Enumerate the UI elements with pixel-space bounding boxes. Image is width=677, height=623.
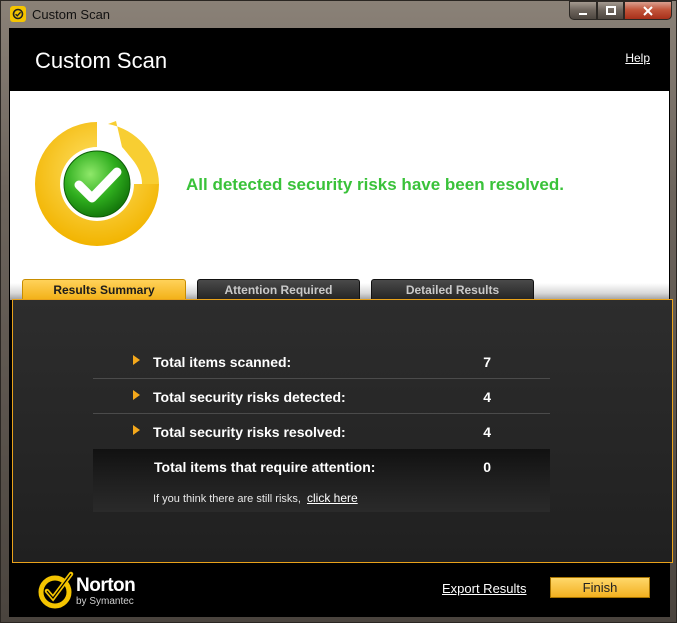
norton-check-icon	[38, 571, 74, 609]
summary-row: Total security risks resolved: 4	[93, 414, 550, 449]
app-window: Custom Scan Custom Scan Help All detecte…	[0, 0, 677, 623]
summary-label: Total security risks resolved:	[153, 424, 346, 440]
window-controls	[569, 1, 672, 21]
header: Custom Scan Help	[10, 29, 669, 91]
page-title: Custom Scan	[35, 48, 168, 73]
window-title: Custom Scan	[32, 7, 111, 22]
maximize-button[interactable]	[597, 1, 624, 20]
tab-attention-required[interactable]: Attention Required	[197, 279, 360, 299]
tab-label: Results Summary	[53, 282, 155, 297]
status-message: All detected security risks have been re…	[186, 175, 564, 194]
footer: Norton by Symantec Export Results Finish	[10, 564, 669, 616]
help-link[interactable]: Help	[625, 51, 650, 65]
arrow-right-icon	[133, 355, 140, 365]
finish-label: Finish	[582, 580, 618, 595]
tab-label: Attention Required	[224, 282, 333, 297]
attention-value: 0	[483, 459, 491, 475]
click-here-link[interactable]: click here	[307, 491, 358, 505]
minimize-button[interactable]	[569, 1, 597, 20]
attention-hint: If you think there are still risks, clic…	[153, 491, 358, 505]
norton-logo: Norton by Symantec	[38, 571, 148, 611]
arrow-right-icon	[133, 425, 140, 435]
norton-app-icon	[10, 6, 26, 22]
summary-label: Total security risks detected:	[153, 389, 346, 405]
attention-label: Total items that require attention:	[154, 459, 376, 475]
status-area: All detected security risks have been re…	[10, 91, 669, 283]
title-bar[interactable]: Custom Scan	[1, 1, 677, 27]
summary-row: Total security risks detected: 4	[93, 379, 550, 414]
finish-button[interactable]: Finish	[550, 577, 650, 598]
summary-row: Total items scanned: 7	[93, 344, 550, 379]
summary-value: 4	[483, 389, 491, 405]
checkmark-shield-icon	[32, 119, 162, 249]
client-area: Custom Scan Help All detected security r…	[9, 28, 673, 617]
export-results-link[interactable]: Export Results	[442, 581, 527, 596]
arrow-right-icon	[133, 390, 140, 400]
brand-subtitle: by Symantec	[76, 596, 134, 607]
summary-label: Total items scanned:	[153, 354, 292, 370]
hint-text: If you think there are still risks,	[153, 493, 301, 505]
brand-name: Norton	[76, 575, 136, 596]
attention-summary: Total items that require attention: 0 If…	[93, 449, 550, 512]
tab-detailed-results[interactable]: Detailed Results	[371, 279, 534, 299]
results-panel: Total items scanned: 7 Total security ri…	[12, 299, 673, 563]
summary-value: 7	[483, 354, 491, 370]
summary-value: 4	[483, 424, 491, 440]
close-button[interactable]	[624, 1, 672, 20]
tab-label: Detailed Results	[405, 282, 500, 297]
tab-results-summary[interactable]: Results Summary	[22, 279, 186, 299]
